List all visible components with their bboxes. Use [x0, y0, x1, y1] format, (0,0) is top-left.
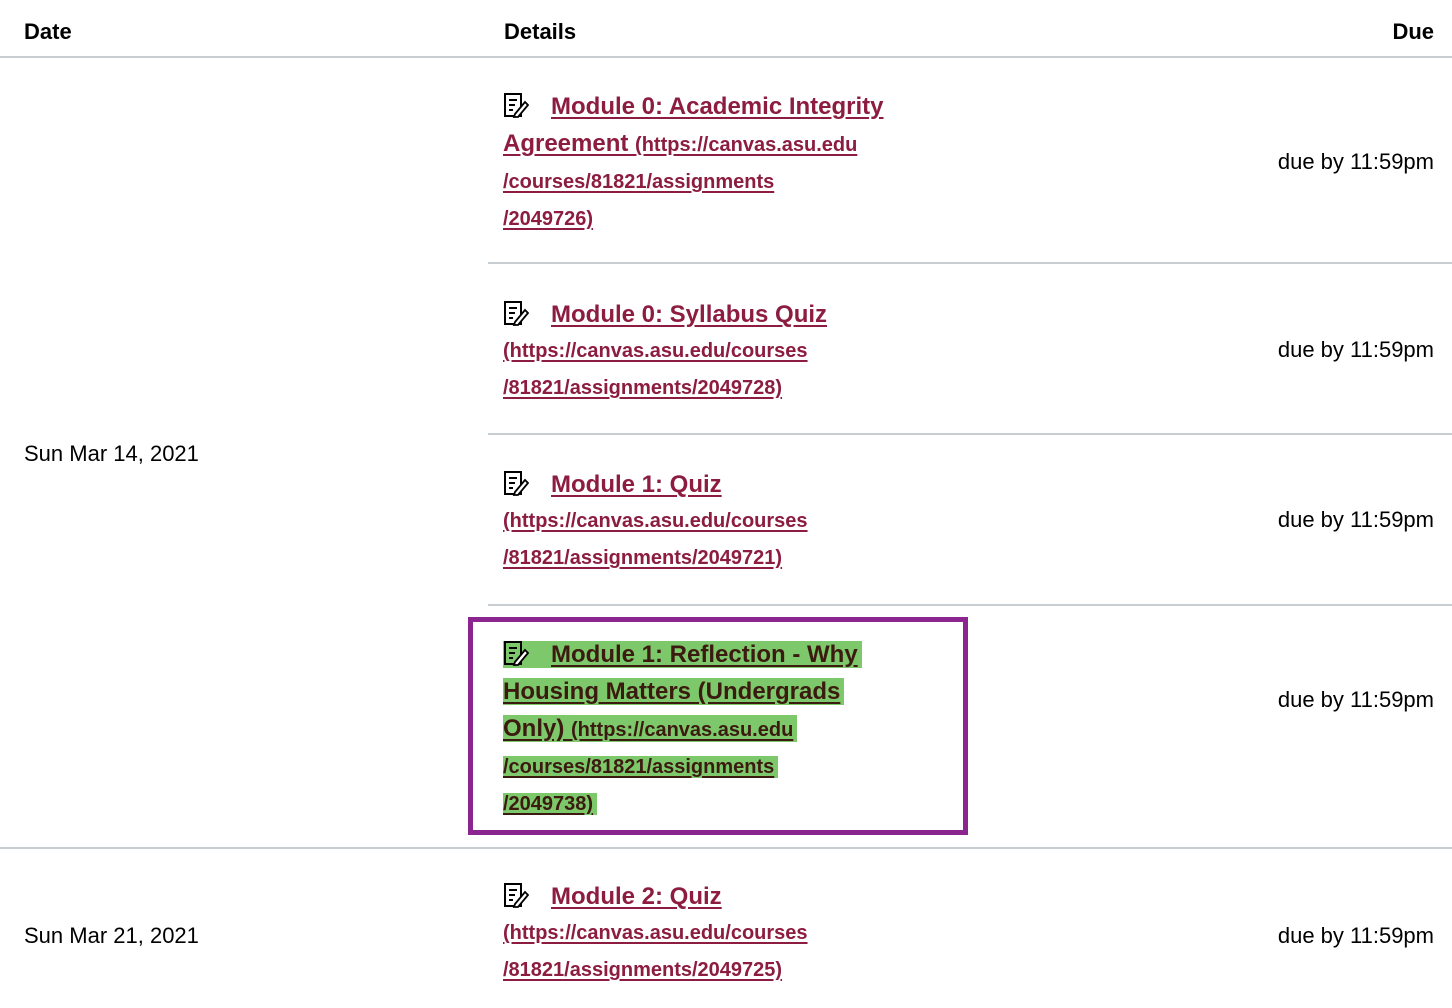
assignment-row: Module 0: Academic Integrity Agreement (…	[503, 88, 943, 238]
due-cell: due by 11:59pm	[1277, 923, 1434, 948]
assignment-url-link[interactable]: /81821/assignments/2049721)	[503, 547, 782, 569]
assignment-url-link[interactable]: /81821/assignments/2049728)	[503, 377, 782, 399]
assignment-title-link[interactable]: Module 1: Quiz	[551, 471, 722, 498]
assignment-url-link[interactable]: /2049726)	[503, 208, 593, 230]
date-cell: Sun Mar 14, 2021	[24, 441, 199, 466]
syllabus-schedule: Date Details Due Sun Mar 14, 2021 Sun Ma…	[0, 0, 1452, 1008]
assignment-url-link[interactable]: (https://canvas.asu.edu/courses	[503, 340, 808, 362]
quiz-edit-icon	[503, 882, 529, 908]
due-cell: due by 11:59pm	[1277, 507, 1434, 532]
assignment-url-link[interactable]: /courses/81821/assignments	[503, 171, 774, 193]
assignment-title-link[interactable]: Agreement	[503, 130, 635, 157]
assignment-title-link[interactable]: Module 0: Academic Integrity	[551, 93, 884, 120]
assignment-url-link[interactable]: (https://canvas.asu.edu/courses	[503, 510, 808, 532]
assignment-url-link[interactable]: /81821/assignments/2049725)	[503, 959, 782, 981]
quiz-edit-icon	[503, 300, 529, 326]
row-divider	[488, 433, 1452, 435]
quiz-edit-icon	[503, 92, 529, 118]
due-cell: due by 11:59pm	[1277, 149, 1434, 174]
column-header-details: Details	[504, 19, 577, 44]
assignment-url-link[interactable]: (https://canvas.asu.edu	[635, 134, 857, 156]
due-cell: due by 11:59pm	[1277, 687, 1434, 712]
row-divider	[488, 262, 1452, 264]
header-divider	[0, 56, 1452, 58]
assignment-row: Module 2: Quiz (https://canvas.asu.edu/c…	[503, 878, 943, 989]
due-cell: due by 11:59pm	[1277, 337, 1434, 362]
column-header-date: Date	[24, 19, 72, 44]
quiz-edit-icon	[503, 470, 529, 496]
assignment-title-link[interactable]: Module 0: Syllabus Quiz	[551, 301, 827, 328]
date-cell: Sun Mar 21, 2021	[24, 923, 199, 948]
assignment-row: Module 1: Quiz (https://canvas.asu.edu/c…	[503, 466, 943, 577]
assignment-title-link[interactable]: Module 2: Quiz	[551, 883, 722, 910]
column-header-due: Due	[1392, 19, 1434, 44]
assignment-row: Module 0: Syllabus Quiz (https://canvas.…	[503, 296, 943, 407]
assignment-url-link[interactable]: (https://canvas.asu.edu/courses	[503, 922, 808, 944]
focus-outline	[468, 617, 968, 835]
row-divider	[488, 604, 1452, 606]
group-divider	[0, 847, 1452, 849]
